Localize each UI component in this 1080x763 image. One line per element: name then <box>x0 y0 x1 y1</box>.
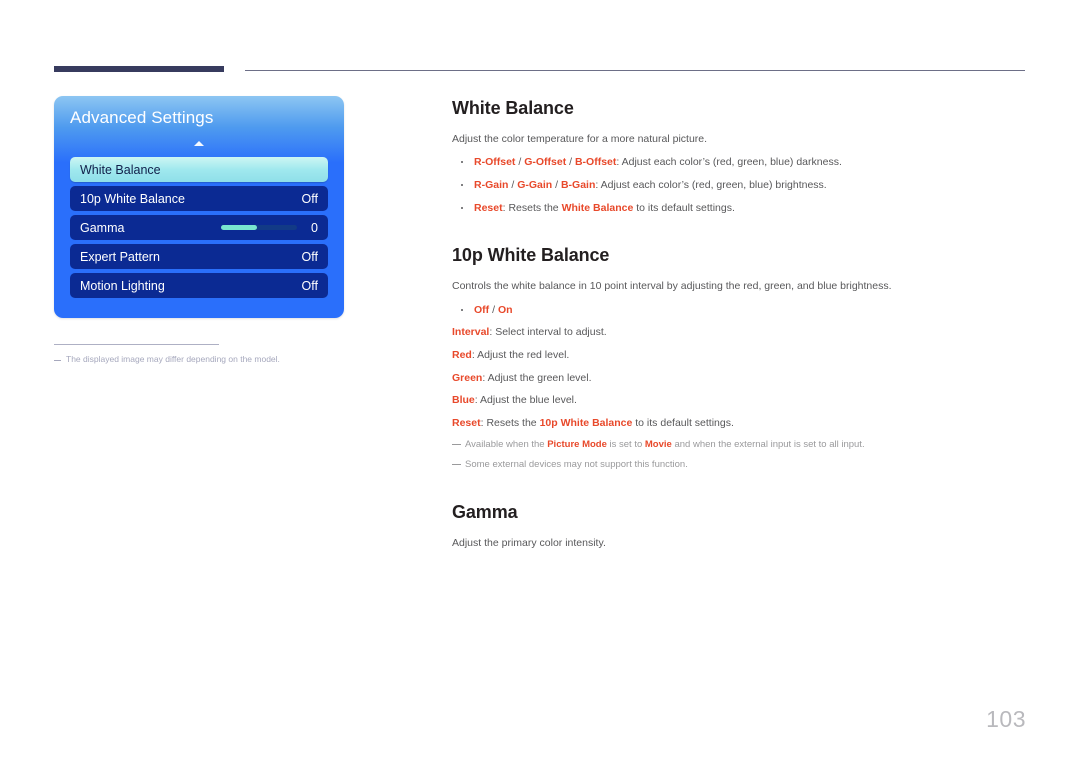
term-line: Red: Adjust the red level. <box>452 348 1032 363</box>
note-dash-icon <box>452 463 461 465</box>
osd-row-label: Expert Pattern <box>80 249 160 264</box>
osd-row-white-balance[interactable]: White Balance <box>70 157 328 182</box>
note-text: Available when the Picture Mode is set t… <box>465 438 865 451</box>
emphasis-term: 10p White Balance <box>539 416 633 429</box>
text-run: and when the external input is set to al… <box>671 438 865 450</box>
osd-row-gamma[interactable]: Gamma 0 <box>70 215 328 240</box>
bullet-item: R-Gain / G-Gain / B-Gain: Adjust each co… <box>452 178 1032 193</box>
footnote: The displayed image may differ depending… <box>54 354 354 366</box>
emphasis-term: Movie <box>644 438 672 450</box>
section-title-10p-white-balance: 10p White Balance <box>452 245 610 266</box>
osd-row-value: Off <box>301 278 318 293</box>
emphasis-term: G-Offset <box>524 156 567 169</box>
osd-row-value: Off <box>301 249 318 264</box>
text-run: / <box>566 156 575 169</box>
text-run: / <box>515 156 525 169</box>
osd-row-10p-white-balance[interactable]: 10p White Balance Off <box>70 186 328 211</box>
emphasis-term: G-Gain <box>517 178 553 191</box>
text-run: / <box>489 303 498 316</box>
text-run: : Adjust each color’s (red, green, blue)… <box>616 156 842 169</box>
osd-row-label: Motion Lighting <box>80 278 165 293</box>
osd-row-label: 10p White Balance <box>80 191 185 206</box>
emphasis-term: Blue <box>452 394 475 407</box>
header-rule-thick <box>54 66 224 72</box>
note-group-10p-white-balance: Available when the Picture Mode is set t… <box>452 438 1032 472</box>
text-run: / <box>552 178 561 191</box>
emphasis-term: Green <box>452 371 483 384</box>
footnote-dash-icon <box>54 360 61 361</box>
emphasis-term: On <box>497 303 513 316</box>
text-run: to its default settings. <box>632 416 734 429</box>
section-gamma: Gamma Adjust the primary color intensity… <box>452 502 1032 551</box>
text-run: : Resets the <box>480 416 540 429</box>
emphasis-term: Reset <box>474 201 503 214</box>
section-title-white-balance: White Balance <box>452 98 574 118</box>
note-dash-icon <box>452 443 461 445</box>
chevron-up-icon[interactable] <box>194 141 204 146</box>
page-header-rules <box>0 0 1080 80</box>
bullet-item: Off / On <box>452 303 1032 318</box>
text-run: : Adjust the green level. <box>482 371 592 384</box>
term-line: Green: Adjust the green level. <box>452 371 1032 386</box>
section-white-balance: White Balance Adjust the color temperatu… <box>452 98 1032 215</box>
bullet-list-10p-white-balance: Off / On <box>452 303 1032 318</box>
text-run: : Adjust each color’s (red, green, blue)… <box>595 178 827 191</box>
bullet-item: Reset: Resets the White Balance to its d… <box>452 201 1032 216</box>
header-rule-thin <box>245 70 1025 71</box>
text-run: : Select interval to adjust. <box>489 326 607 339</box>
bullet-list-white-balance: R-Offset / G-Offset / B-Offset: Adjust e… <box>452 155 1032 215</box>
section-lead-gamma: Adjust the primary color intensity. <box>452 537 606 550</box>
text-run: Some external devices may not support th… <box>465 458 688 470</box>
note-text: Some external devices may not support th… <box>465 458 688 471</box>
section-lead-10p-white-balance: Controls the white balance in 10 point i… <box>452 280 892 293</box>
emphasis-term: Picture Mode <box>547 438 607 450</box>
footnote-text: The displayed image may differ depending… <box>66 354 280 364</box>
osd-panel-title: Advanced Settings <box>70 108 214 127</box>
section-10p-white-balance: 10p White Balance Controls the white bal… <box>452 245 1032 471</box>
note-line: Some external devices may not support th… <box>452 458 1032 471</box>
text-run: : Adjust the blue level. <box>474 394 577 407</box>
emphasis-term: Red <box>452 348 472 361</box>
text-run: Available when the <box>465 438 548 450</box>
emphasis-term: B-Gain <box>560 178 596 191</box>
emphasis-term: R-Offset <box>474 156 516 169</box>
bullet-item: R-Offset / G-Offset / B-Offset: Adjust e… <box>452 155 1032 170</box>
emphasis-term: Off <box>474 303 490 316</box>
emphasis-term: B-Offset <box>574 156 617 169</box>
termline-group-10p-white-balance: Interval: Select interval to adjust. Red:… <box>452 325 1032 430</box>
note-line: Available when the Picture Mode is set t… <box>452 438 1032 451</box>
gamma-slider[interactable] <box>221 225 298 230</box>
osd-row-value: 0 <box>311 220 318 235</box>
text-run: : Resets the <box>502 201 562 214</box>
term-line: Reset: Resets the 10p White Balance to i… <box>452 416 1032 431</box>
text-run: to its default settings. <box>633 201 735 214</box>
footnote-rule <box>54 344 219 345</box>
emphasis-term: White Balance <box>561 201 634 214</box>
emphasis-term: R-Gain <box>474 178 509 191</box>
osd-row-motion-lighting[interactable]: Motion Lighting Off <box>70 273 328 298</box>
text-run: / <box>508 178 518 191</box>
osd-row-value: Off <box>301 191 318 206</box>
gamma-slider-fill <box>221 225 257 230</box>
section-title-gamma: Gamma <box>452 502 518 523</box>
osd-menu-panel: Advanced Settings White Balance 10p Whit… <box>54 96 344 318</box>
emphasis-term: Interval <box>452 326 490 339</box>
page-number: 103 <box>986 706 1026 732</box>
section-lead-white-balance: Adjust the color temperature for a more … <box>452 133 708 145</box>
content-column: White Balance Adjust the color temperatu… <box>452 96 1032 551</box>
osd-row-label: White Balance <box>80 162 161 177</box>
osd-row-label: Gamma <box>80 220 125 235</box>
text-run: : Adjust the red level. <box>471 348 570 361</box>
term-line: Interval: Select interval to adjust. <box>452 325 1032 340</box>
term-line: Blue: Adjust the blue level. <box>452 393 1032 408</box>
emphasis-term: Reset <box>452 416 481 429</box>
text-run: is set to <box>606 438 645 450</box>
osd-row-expert-pattern[interactable]: Expert Pattern Off <box>70 244 328 269</box>
